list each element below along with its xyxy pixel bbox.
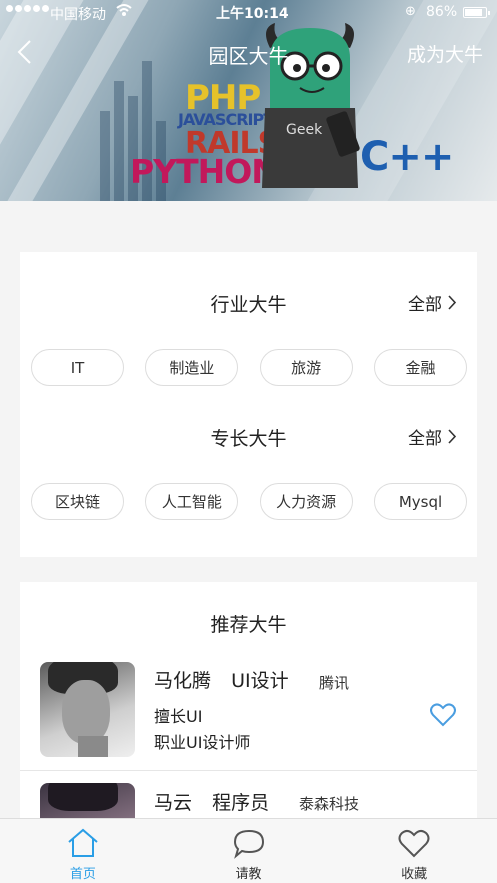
- home-icon: [68, 828, 98, 857]
- tab-favorites[interactable]: 收藏: [331, 819, 497, 883]
- expert-company: 腾讯: [319, 674, 350, 692]
- chip-industry-travel[interactable]: 旅游: [259, 349, 353, 386]
- expert-name: 马云: [154, 792, 193, 814]
- tab-home[interactable]: 首页: [0, 819, 166, 883]
- expert-name: 马化腾: [154, 670, 212, 692]
- carrier-label: 中国移动: [50, 7, 106, 23]
- expert-name-row: 马云 程序员: [154, 788, 269, 815]
- expert-skill: 擅长UI: [154, 707, 203, 726]
- chip-specialty-hr[interactable]: 人力资源: [259, 483, 353, 520]
- chip-specialty-ai[interactable]: 人工智能: [145, 483, 239, 520]
- industry-all-label: 全部: [408, 295, 442, 315]
- expert-list-item[interactable]: 马化腾 UI设计 腾讯 擅长UI 职业UI设计师: [20, 662, 477, 770]
- battery-percent: 86%: [426, 4, 458, 20]
- recommended-title: 推荐大牛: [210, 614, 287, 636]
- industry-all-link[interactable]: 全部: [408, 290, 457, 315]
- clock: 上午10:14: [216, 6, 289, 22]
- specialty-all-link[interactable]: 全部: [408, 424, 457, 449]
- tab-ask[interactable]: 请教: [166, 819, 332, 883]
- tab-home-label: 首页: [69, 867, 96, 882]
- expert-role: 程序员: [212, 792, 270, 814]
- mascot-label: Geek: [286, 122, 323, 138]
- chevron-right-icon: [448, 429, 457, 444]
- expert-company: 泰森科技: [299, 795, 360, 813]
- banner-bar: [100, 111, 110, 201]
- avatar: [40, 662, 135, 757]
- expert-job: 职业UI设计师: [154, 733, 251, 752]
- logo-cpp: C++: [360, 134, 454, 180]
- heart-icon[interactable]: [430, 703, 456, 727]
- chip-specialty-mysql[interactable]: Mysql: [373, 483, 467, 520]
- chip-industry-finance[interactable]: 金融: [373, 349, 467, 386]
- expert-role: UI设计: [231, 670, 289, 692]
- specialty-chip-list: 区块链 人工智能 人力资源 Mysql: [31, 483, 467, 520]
- chevron-right-icon: [448, 295, 457, 310]
- tab-favorites-label: 收藏: [401, 867, 428, 882]
- chip-industry-it[interactable]: IT: [31, 349, 124, 386]
- signal-icon: [6, 5, 49, 12]
- industry-chip-list: IT 制造业 旅游 金融: [31, 349, 467, 386]
- specialty-all-label: 全部: [408, 429, 442, 449]
- expert-list-item[interactable]: 马云 程序员 泰森科技: [20, 783, 477, 823]
- recommended-card: 推荐大牛 马化腾 UI设计 腾讯 擅长UI 职业UI设计师 马云 程序员 泰森科…: [20, 582, 477, 823]
- battery-icon: [463, 7, 490, 18]
- avatar: [40, 783, 135, 823]
- tab-ask-label: 请教: [235, 867, 262, 882]
- expert-name-row: 马化腾 UI设计: [154, 666, 289, 693]
- category-card: 行业大牛 全部 IT 制造业 旅游 金融 专长大牛 全部 区块链 人工智能 人力…: [20, 252, 477, 557]
- nav-bar: 园区大牛 成为大牛: [0, 28, 497, 76]
- chat-bubble-icon: [233, 829, 264, 859]
- rotation-lock-icon: ⊕: [405, 4, 416, 19]
- divider: [20, 770, 477, 771]
- become-expert-button[interactable]: 成为大牛: [407, 40, 483, 67]
- chip-specialty-blockchain[interactable]: 区块链: [31, 483, 124, 520]
- heart-outline-icon: [398, 829, 430, 858]
- tab-bar: 首页 请教 收藏: [0, 818, 497, 883]
- chip-industry-manufacturing[interactable]: 制造业: [145, 349, 239, 386]
- banner-bar: [114, 81, 124, 201]
- wifi-icon: [116, 4, 132, 16]
- status-bar: 中国移动 上午10:14 ⊕ 86%: [0, 0, 497, 24]
